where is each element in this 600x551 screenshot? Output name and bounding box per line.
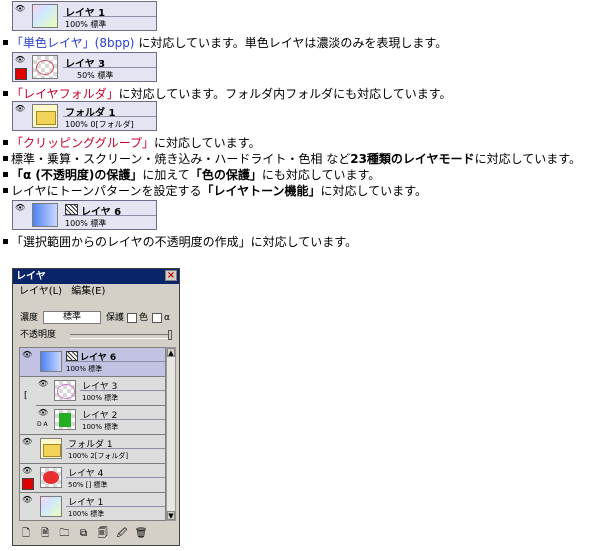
line-alpha-protect: 「α (不透明度)の保護」に加えて「色の保護」にも対応しています。 — [3, 168, 380, 182]
folder-row-1[interactable]: 👁 フォルダ 1 100% 2[フォルダ] — [20, 435, 165, 464]
blend-mode-select[interactable]: 標準 — [43, 311, 101, 324]
folder-indent: [ — [20, 377, 36, 435]
close-button[interactable]: × — [165, 270, 177, 281]
panel-title: レイヤ — [16, 271, 46, 282]
eye-icon[interactable]: 👁 — [38, 380, 48, 388]
layer-preview — [40, 467, 62, 488]
eye-icon: 👁 — [15, 4, 26, 13]
menu-edit[interactable]: 編集(E) — [71, 286, 105, 297]
layer-info: 100% 標準 — [82, 394, 119, 402]
layer-preview — [32, 4, 58, 28]
layer-row-6[interactable]: 👁 レイヤ 6 100% 標準 — [20, 348, 165, 377]
layer-thumb-3: 👁 レイヤ 3 50% 標準 — [12, 52, 157, 82]
merge-layer-icon[interactable]: 🗐 — [96, 527, 110, 540]
layer-info: 100% 標準 — [82, 423, 119, 431]
eye-icon: 👁 — [15, 104, 26, 113]
layer-panel-window: レイヤ × レイヤ(L) 編集(E) 濃度 標準 保護 色 α 不透明度 👁 レ… — [12, 268, 180, 546]
layer-preview — [32, 55, 58, 79]
line-clipping-group: 「クリッピンググループ」に対応しています。 — [3, 136, 261, 150]
eye-icon: 👁 — [15, 203, 26, 212]
eye-icon: 👁 — [15, 55, 26, 64]
folder-icon — [40, 438, 62, 459]
layer-list: 👁 レイヤ 6 100% 標準 [ 👁 レイヤ 3 100% 標準 👁 D A — [19, 347, 166, 521]
line-layer-tone: レイヤにトーンパターンを設定する「レイヤトーン機能」に対応しています。 — [3, 184, 427, 198]
layer-thumb-6: 👁 レイヤ 6 100% 標準 — [12, 200, 157, 230]
scroll-down-arrow[interactable]: ▼ — [167, 511, 175, 520]
panel-menu-bar: レイヤ(L) 編集(E) — [13, 285, 179, 299]
layer-preview — [40, 496, 62, 517]
menu-layer[interactable]: レイヤ(L) — [19, 286, 62, 297]
eye-icon[interactable]: 👁 — [22, 467, 32, 475]
tone-icon — [66, 351, 78, 361]
eye-icon[interactable]: 👁 — [38, 409, 48, 417]
layer-preview — [32, 203, 58, 227]
panel-title-bar[interactable]: レイヤ × — [13, 269, 179, 284]
mode-label: 濃度 — [20, 313, 39, 323]
layer-preview — [54, 409, 76, 430]
layer-row-2[interactable]: 👁 D A レイヤ 2 100% 標準 — [36, 406, 165, 435]
protect-color-checkbox[interactable]: 色 — [125, 312, 148, 324]
layer-info: 100% 0[フォルダ] — [65, 120, 134, 129]
panel-toolbar: 🗋 🗎 🗀 ⧉ 🗐 🖉 🗑 — [19, 527, 150, 541]
layer-flag: D A — [37, 421, 48, 428]
new-mono-layer-icon[interactable]: 🗎 — [38, 527, 52, 540]
opacity-slider-handle[interactable] — [168, 330, 172, 340]
layer-info: 100% 2[フォルダ] — [68, 452, 129, 460]
red-color-swatch — [22, 478, 34, 490]
line-layer-folder: 「レイヤフォルダ」に対応しています。フォルダ内フォルダにも対応しています。 — [3, 87, 452, 101]
layer-row-1[interactable]: 👁 レイヤ 1 100% 標準 — [20, 493, 165, 520]
layer-info: 50% [] 標準 — [68, 481, 108, 489]
clip-marker: [ — [24, 391, 28, 401]
mono-layer-link[interactable]: 「単色レイヤ」(8bpp) — [11, 36, 135, 50]
line-selection-opacity: 「選択範囲からのレイヤの不透明度の作成」に対応しています。 — [3, 235, 357, 249]
duplicate-layer-icon[interactable]: ⧉ — [77, 527, 91, 540]
opacity-slider-track[interactable] — [70, 334, 168, 339]
protect-alpha-checkbox[interactable]: α — [150, 312, 170, 324]
opacity-label: 不透明度 — [20, 330, 57, 340]
scroll-up-arrow[interactable]: ▲ — [167, 348, 175, 357]
layer-info: 100% 標準 — [66, 365, 103, 373]
layer-info: 50% 標準 — [77, 71, 114, 80]
layer-row-3[interactable]: 👁 レイヤ 3 100% 標準 — [36, 377, 165, 406]
layer-info: 100% 標準 — [68, 510, 105, 518]
folder-thumb-1: 👁 フォルダ 1 100% 0[フォルダ] — [12, 101, 157, 131]
layer-list-scrollbar[interactable]: ▲ ▼ — [166, 347, 176, 521]
layer-row-4[interactable]: 👁 レイヤ 4 50% [] 標準 — [20, 464, 165, 493]
folder-icon — [32, 104, 58, 128]
line-mono-layer: 「単色レイヤ」(8bpp) に対応しています。単色レイヤは濃淡のみを表現します。 — [3, 36, 447, 50]
new-layer-icon[interactable]: 🗋 — [19, 527, 33, 540]
layer-info: 100% 標準 — [65, 219, 107, 228]
eye-icon[interactable]: 👁 — [22, 496, 32, 504]
layer-info: 100% 標準 — [65, 20, 107, 29]
delete-layer-icon[interactable]: 🗑 — [134, 527, 148, 540]
layer-properties-icon[interactable]: 🖉 — [115, 527, 129, 540]
layer-thumb-1: 👁 レイヤ 1 100% 標準 — [12, 1, 157, 31]
protect-label: 保護 — [106, 313, 125, 323]
layer-preview — [40, 351, 62, 372]
red-color-swatch — [15, 68, 27, 80]
line-layer-modes: 標準・乗算・スクリーン・焼き込み・ハードライト・色相 など23種類のレイヤモード… — [3, 152, 581, 166]
eye-icon[interactable]: 👁 — [22, 351, 32, 359]
tone-icon — [65, 204, 78, 215]
new-folder-icon[interactable]: 🗀 — [57, 527, 71, 540]
layer-preview — [54, 380, 76, 401]
eye-icon[interactable]: 👁 — [22, 438, 32, 446]
